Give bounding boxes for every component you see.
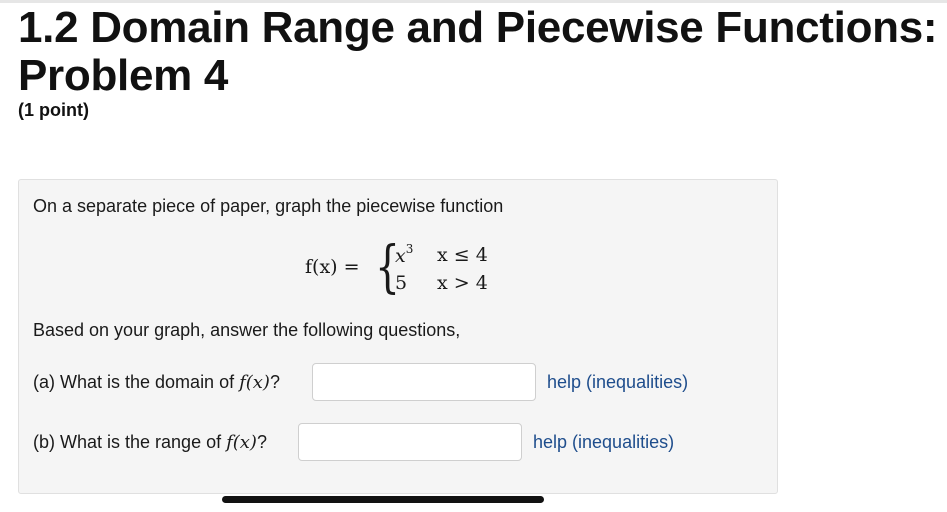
question-b-label: (b) What is the range of f(x)? <box>33 432 267 453</box>
case-2-condition: x > 4 <box>437 272 488 294</box>
page-title-line-2: Problem 4 <box>18 51 229 100</box>
page-title-line-1: 1.2 Domain Range and Piecewise Functions… <box>18 3 938 52</box>
problem-intro: On a separate piece of paper, graph the … <box>33 196 504 216</box>
piecewise-formula: f(x) = { x3 x ≤ 4 5 x > 4 <box>305 238 525 300</box>
formula-lhs: f(x) = <box>305 256 360 278</box>
domain-help-link[interactable]: help (inequalities) <box>547 372 688 393</box>
home-indicator[interactable] <box>222 496 544 503</box>
case-1-condition: x ≤ 4 <box>437 244 488 266</box>
point-value: (1 point) <box>18 100 89 120</box>
domain-answer-input[interactable] <box>312 363 536 401</box>
range-answer-input[interactable] <box>298 423 522 461</box>
question-a-label: (a) What is the domain of f(x)? <box>33 372 280 393</box>
case-2-expression: 5 <box>395 272 408 294</box>
page-title: 1.2 Domain Range and Piecewise Functions… <box>18 3 938 100</box>
problem-box: On a separate piece of paper, graph the … <box>18 179 778 494</box>
range-help-link[interactable]: help (inequalities) <box>533 432 674 453</box>
case-1-expression: x3 <box>395 242 414 267</box>
problem-instruction: Based on your graph, answer the followin… <box>33 320 461 340</box>
